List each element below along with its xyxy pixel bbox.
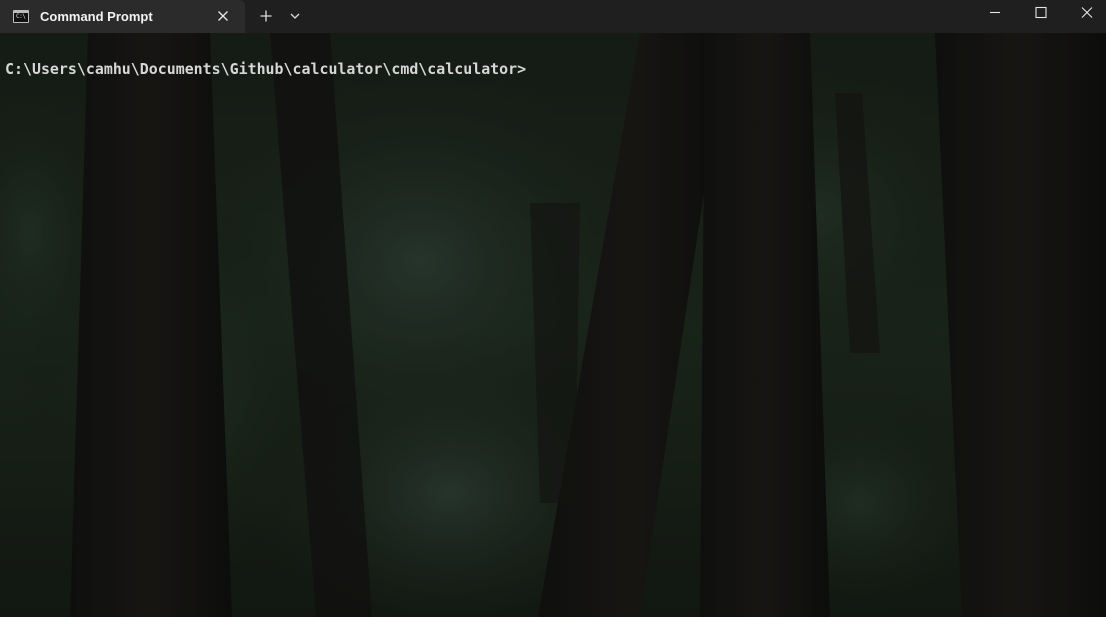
close-window-button[interactable] <box>1064 0 1106 33</box>
tab-dropdown-button[interactable] <box>287 8 303 24</box>
new-tab-button[interactable] <box>256 6 276 26</box>
tab-title: Command Prompt <box>40 9 153 24</box>
close-tab-button[interactable] <box>215 8 231 24</box>
maximize-button[interactable] <box>1018 0 1064 33</box>
close-icon <box>1081 7 1093 18</box>
minimize-icon <box>990 11 1000 14</box>
close-icon <box>218 11 228 21</box>
title-bar[interactable]: C:\ Command Prompt <box>0 0 1106 33</box>
plus-icon <box>260 10 272 22</box>
terminal-window: C:\ Command Prompt C:\Users\camhu\Docume… <box>0 0 1106 617</box>
terminal-output[interactable]: C:\Users\camhu\Documents\Github\calculat… <box>0 33 1106 617</box>
command-prompt-line[interactable]: C:\Users\camhu\Documents\Github\calculat… <box>5 60 526 78</box>
cmd-icon: C:\ <box>13 10 29 23</box>
minimize-button[interactable] <box>972 0 1018 33</box>
chevron-down-icon <box>290 13 300 19</box>
tab-command-prompt[interactable]: C:\ Command Prompt <box>0 0 245 33</box>
maximize-icon <box>1035 6 1047 19</box>
